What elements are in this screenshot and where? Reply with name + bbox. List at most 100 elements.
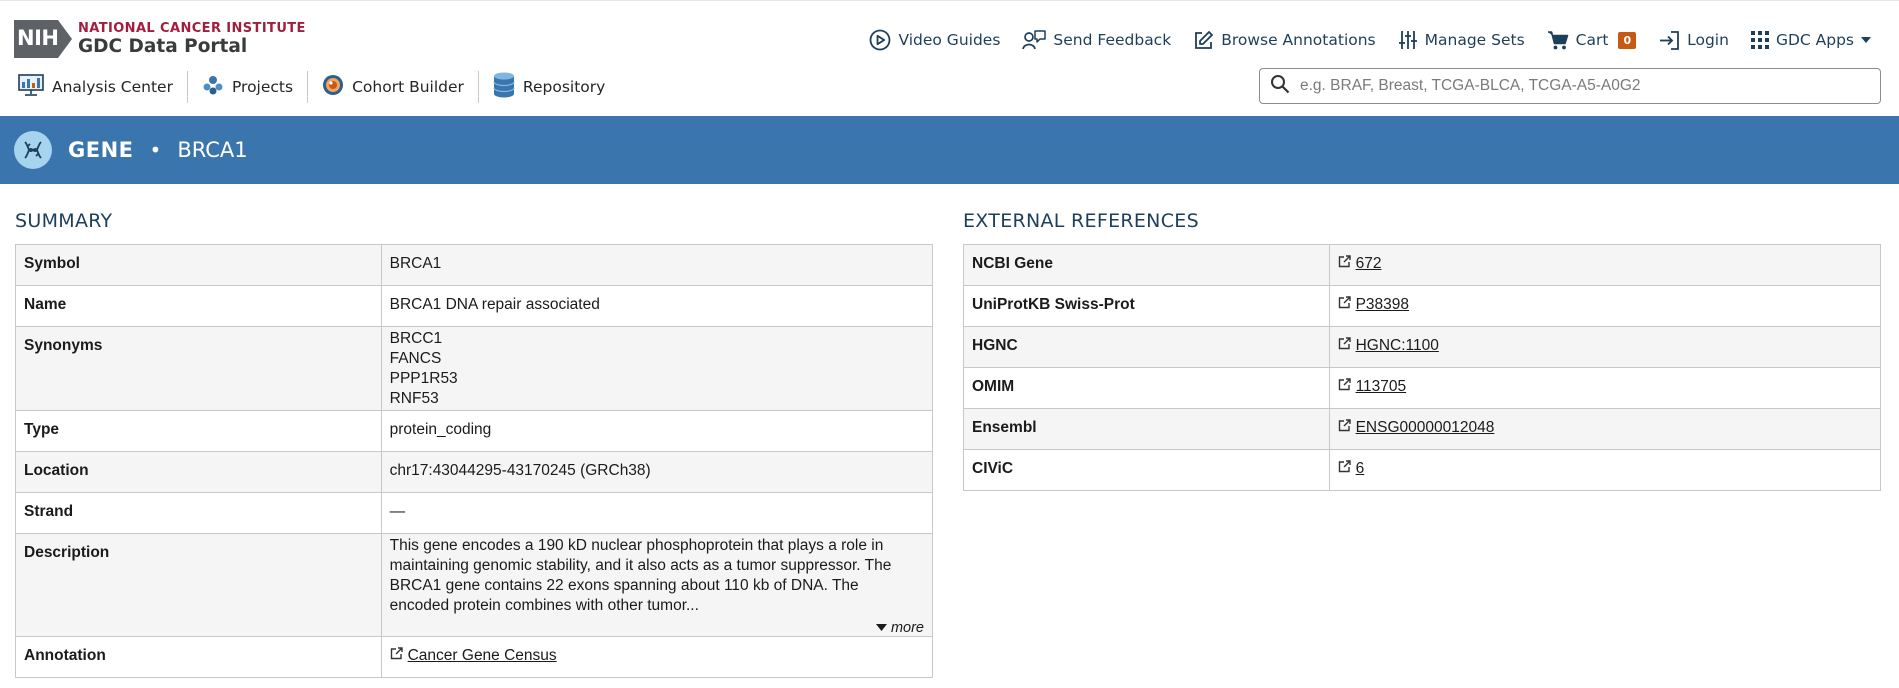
external-link-icon: [390, 647, 403, 665]
gdc-apps-menu[interactable]: GDC Apps: [1750, 31, 1871, 49]
omim-value: 113705: [1328, 367, 1882, 409]
civic-value: 6: [1328, 449, 1882, 491]
entity-name: BRCA1: [177, 138, 248, 162]
synonym-item: BRCC1: [389, 330, 443, 347]
play-circle-icon: [869, 29, 891, 51]
annotation-link-text: Cancer Gene Census: [407, 647, 557, 664]
ref-row-omim: OMIM 113705: [963, 367, 1882, 409]
nav-cohort-builder[interactable]: Cohort Builder: [308, 71, 478, 103]
ensembl-link-text: ENSG00000012048: [1355, 419, 1495, 436]
caret-down-icon: [1861, 36, 1871, 44]
login-link[interactable]: Login: [1658, 30, 1729, 51]
nih-logo-icon: NIH: [14, 20, 72, 58]
entity-type-label: GENE: [68, 138, 134, 162]
analysis-center-icon: [18, 74, 44, 100]
row-label: Symbol: [15, 244, 382, 286]
omim-link-text: 113705: [1355, 378, 1407, 395]
nav-analysis-center[interactable]: Analysis Center: [18, 71, 187, 103]
entity-separator: •: [149, 138, 162, 162]
projects-icon: [202, 74, 224, 100]
row-label: Location: [15, 451, 382, 493]
manage-sets-link[interactable]: Manage Sets: [1398, 29, 1525, 51]
strand-value: —: [380, 492, 934, 534]
hgnc-link[interactable]: HGNC:1100: [1338, 337, 1439, 355]
caret-down-icon: [875, 620, 891, 636]
ref-row-uniprot: UniProtKB Swiss-Prot P38398: [963, 285, 1882, 327]
summary-row-synonyms: Synonyms BRCC1 FANCS PPP1R53 RNF53: [15, 326, 934, 411]
external-link-icon: [1338, 337, 1351, 355]
browse-annotations-link[interactable]: Browse Annotations: [1193, 30, 1376, 51]
annotation-value: Cancer Gene Census: [380, 636, 934, 678]
row-label: Description: [15, 533, 382, 637]
nih-badge-text: NIH: [17, 26, 59, 50]
ensembl-value: ENSG00000012048: [1328, 408, 1882, 450]
summary-row-location: Location chr17:43044295-43170245 (GRCh38…: [15, 451, 934, 493]
summary-row-type: Type protein_coding: [15, 410, 934, 452]
quick-search-box[interactable]: [1259, 68, 1881, 104]
nav-cohort-builder-label: Cohort Builder: [352, 78, 464, 96]
civic-link[interactable]: 6: [1338, 460, 1365, 478]
more-label: more: [890, 620, 924, 636]
gdc-logo[interactable]: NIH NATIONAL CANCER INSTITUTE GDC Data P…: [14, 20, 306, 58]
nav-projects-label: Projects: [231, 78, 294, 96]
video-guides-link[interactable]: Video Guides: [869, 29, 1000, 51]
synonym-item: PPP1R53: [389, 370, 458, 387]
gene-dna-icon: [14, 131, 52, 169]
database-icon: [493, 72, 515, 102]
row-label: NCBI Gene: [963, 244, 1330, 286]
name-value: BRCA1 DNA repair associated: [380, 285, 934, 327]
summary-row-annotation: Annotation Cancer Gene Census: [15, 636, 934, 678]
omim-link[interactable]: 113705: [1338, 378, 1407, 396]
description-text: This gene encodes a 190 kD nuclear phosp…: [389, 537, 892, 614]
ref-row-civic: CIViC 6: [963, 449, 1882, 491]
top-navigation: Video Guides Send Feedback Browse Annota…: [869, 29, 1871, 51]
logo-portal-name: GDC Data Portal: [78, 35, 248, 57]
row-label: Annotation: [15, 636, 382, 678]
description-more-toggle[interactable]: more: [390, 620, 924, 636]
synonyms-value: BRCC1 FANCS PPP1R53 RNF53: [380, 326, 934, 411]
edit-icon: [1193, 30, 1214, 51]
search-input[interactable]: [1300, 77, 1860, 95]
summary-table: Symbol BRCA1 Name BRCA1 DNA repair assoc…: [15, 244, 934, 678]
ncbi-gene-link[interactable]: 672: [1338, 255, 1381, 273]
type-value: protein_coding: [380, 410, 934, 452]
uniprot-link[interactable]: P38398: [1338, 296, 1409, 314]
cart-count-badge: 0: [1618, 31, 1637, 49]
cancer-gene-census-link[interactable]: Cancer Gene Census: [390, 647, 557, 665]
nav-repository[interactable]: Repository: [479, 71, 619, 103]
synonym-item: FANCS: [389, 350, 442, 367]
nav-repository-label: Repository: [522, 78, 606, 96]
nav-analysis-center-label: Analysis Center: [52, 78, 173, 96]
entity-header-bar: GENE • BRCA1: [0, 116, 1899, 184]
send-feedback-link[interactable]: Send Feedback: [1022, 29, 1171, 51]
row-label: Strand: [15, 492, 382, 534]
login-label: Login: [1687, 31, 1729, 49]
row-label: Name: [15, 285, 382, 327]
row-label: Ensembl: [963, 408, 1330, 450]
hgnc-link-text: HGNC:1100: [1355, 337, 1439, 354]
cart-label: Cart: [1575, 31, 1609, 49]
summary-row-symbol: Symbol BRCA1: [15, 244, 934, 286]
ncbi-value: 672: [1328, 244, 1882, 286]
summary-row-name: Name BRCA1 DNA repair associated: [15, 285, 934, 327]
external-references-title: EXTERNAL REFERENCES: [963, 210, 1199, 232]
ref-row-ensembl: Ensembl ENSG00000012048: [963, 408, 1882, 450]
gdc-apps-label: GDC Apps: [1775, 31, 1854, 49]
row-label: HGNC: [963, 326, 1330, 368]
hgnc-value: HGNC:1100: [1328, 326, 1882, 368]
description-value: This gene encodes a 190 kD nuclear phosp…: [380, 533, 934, 637]
nav-projects[interactable]: Projects: [188, 71, 307, 103]
sliders-icon: [1398, 29, 1418, 51]
search-icon: [1270, 74, 1290, 98]
logo-institute: NATIONAL CANCER INSTITUTE: [78, 20, 306, 36]
row-label: UniProtKB Swiss-Prot: [963, 285, 1330, 327]
symbol-value: BRCA1: [380, 244, 934, 286]
video-guides-label: Video Guides: [898, 31, 1001, 49]
uniprot-value: P38398: [1328, 285, 1882, 327]
civic-link-text: 6: [1355, 460, 1365, 477]
uniprot-link-text: P38398: [1355, 296, 1410, 313]
cart-icon: [1547, 30, 1569, 51]
ensembl-link[interactable]: ENSG00000012048: [1338, 419, 1495, 437]
row-label: CIViC: [963, 449, 1330, 491]
cart-link[interactable]: Cart 0: [1547, 30, 1637, 51]
